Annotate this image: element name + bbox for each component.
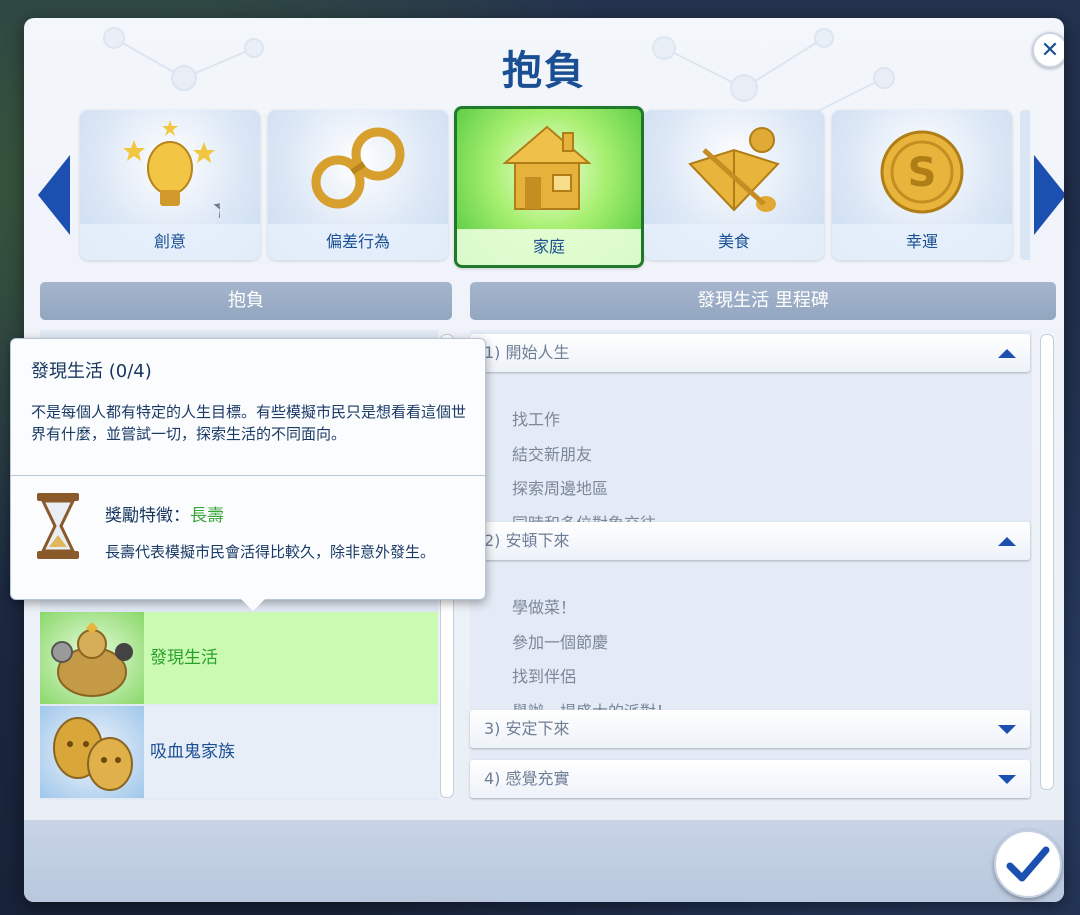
chevron-down-icon[interactable] xyxy=(998,725,1016,734)
aspiration-name: 吸血鬼家族 xyxy=(150,742,235,762)
category-label: 家庭 xyxy=(457,229,641,265)
close-icon[interactable]: ✕ xyxy=(1041,38,1059,63)
category-tile-creativity[interactable]: 創意 xyxy=(80,110,260,260)
milestone-list: 1) 開始人生 找工作 結交新朋友 探索周邊地區 同時和多位對象交往 2) 安頓… xyxy=(470,330,1032,800)
dialog-title: 抱負 xyxy=(502,48,586,94)
aspirations-header: 抱負 xyxy=(40,282,452,320)
milestone-task: 找工作 xyxy=(512,410,561,429)
cookbook-icon xyxy=(688,127,780,212)
milestones-header: 發現生活 里程碑 xyxy=(470,282,1056,320)
list-item[interactable]: 吸血鬼家族 xyxy=(40,706,438,798)
vampire-faces-icon xyxy=(40,706,144,798)
checkmark-icon xyxy=(1006,846,1050,882)
milestone-task: 參加一個節慶 xyxy=(512,633,609,652)
tooltip-title: 發現生活 (0/4) xyxy=(31,361,152,382)
muscle-figure-icon xyxy=(40,612,144,704)
svg-text:S: S xyxy=(908,150,937,196)
coin-icon: S xyxy=(880,130,964,214)
milestone-header[interactable]: 1) 開始人生 xyxy=(470,334,1030,372)
category-tile-deviance[interactable]: 偏差行為 xyxy=(268,110,448,260)
tooltip-pointer xyxy=(241,599,265,611)
handcuffs-icon xyxy=(311,127,405,209)
close-button[interactable]: ✕ xyxy=(1032,32,1064,68)
milestone-header[interactable]: 3) 安定下來 xyxy=(470,710,1030,748)
chevron-up-icon[interactable] xyxy=(998,537,1016,546)
reward-trait-line: 獎勵特徵：長壽 xyxy=(105,501,224,526)
milestone-task: 找到伴侶 xyxy=(512,667,577,686)
category-tile-fortune[interactable]: S 幸運 xyxy=(832,110,1012,260)
category-label: 美食 xyxy=(644,224,824,260)
chevron-down-icon[interactable] xyxy=(998,775,1016,784)
chevron-up-icon[interactable] xyxy=(998,349,1016,358)
category-tile-food[interactable]: 美食 xyxy=(644,110,824,260)
milestone-title: 2) 安頓下來 xyxy=(484,531,570,550)
milestone-title: 4) 感覺充實 xyxy=(484,769,570,788)
milestone-task: 結交新朋友 xyxy=(512,445,593,464)
milestone-header[interactable]: 4) 感覺充實 xyxy=(470,760,1030,798)
milestone-title: 1) 開始人生 xyxy=(484,343,570,362)
reward-description: 長壽代表模擬市民會活得比較久，除非意外發生。 xyxy=(105,543,436,561)
category-label: 創意 xyxy=(80,224,260,260)
tooltip-description: 不是每個人都有特定的人生目標。有些模擬市民只是想看看這個世界有什麼，並嘗試一切，… xyxy=(31,403,467,443)
hourglass-icon xyxy=(37,493,79,559)
milestone-list-scrollbar[interactable] xyxy=(1040,334,1054,790)
milestone-header[interactable]: 2) 安頓下來 xyxy=(470,522,1030,560)
reward-trait-name: 長壽 xyxy=(190,506,224,526)
category-tile-partial[interactable] xyxy=(1020,110,1030,260)
milestone-task: 探索周邊地區 xyxy=(512,479,609,498)
category-label: 偏差行為 xyxy=(268,224,448,260)
carousel-next-arrow-icon[interactable] xyxy=(1034,155,1064,235)
dialog-footer xyxy=(24,820,1064,902)
reward-label: 獎勵特徵： xyxy=(105,506,190,526)
lightbulb-stars-icon xyxy=(123,120,220,219)
tooltip-divider xyxy=(11,475,485,476)
carousel-prev-arrow-icon[interactable] xyxy=(38,155,70,235)
category-tile-family[interactable]: 家庭 xyxy=(454,106,644,268)
house-icon xyxy=(502,125,592,210)
category-label: 幸運 xyxy=(832,224,1012,260)
aspiration-name: 發現生活 xyxy=(150,648,218,668)
confirm-button[interactable] xyxy=(994,830,1062,898)
milestone-title: 3) 安定下來 xyxy=(484,719,570,738)
list-item[interactable]: 發現生活 xyxy=(40,612,438,704)
milestone-task: 學做菜！ xyxy=(512,598,577,617)
aspiration-tooltip: 發現生活 (0/4) 不是每個人都有特定的人生目標。有些模擬市民只是想看看這個世… xyxy=(10,338,486,611)
